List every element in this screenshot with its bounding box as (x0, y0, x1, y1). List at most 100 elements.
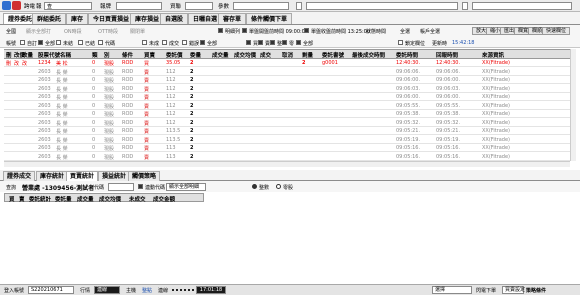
col-header-16[interactable]: 最後成交時間 (352, 51, 385, 59)
orders-horizontal-scrollbar[interactable] (4, 161, 570, 167)
order-row[interactable]: 2603 長 榮 0 現股 ROD 賣 112 2 09:05:55. 09:05:55. XX(F… (4, 102, 570, 110)
filter-checkbox-9[interactable] (246, 40, 251, 45)
col-header-10[interactable]: 成交量 (212, 51, 229, 59)
tab-main-6[interactable]: 日曬自選 (188, 13, 223, 24)
col-header-4[interactable]: 類 (92, 51, 98, 59)
open-time-checkbox[interactable] (242, 28, 247, 33)
col-header-13[interactable]: 取消 (282, 51, 293, 59)
col-header-15[interactable]: 委託書號 (322, 51, 344, 59)
quick-fields-button[interactable]: 快速欄位 (542, 27, 571, 35)
col-header-2[interactable]: 改量 (22, 51, 33, 59)
order-row[interactable]: 2603 長 榮 0 現股 ROD 賣 113.5 2 09:05:21. 09:05:21. XX… (4, 127, 570, 135)
filter-checkbox-7[interactable] (182, 40, 187, 45)
quote-input[interactable]: 查 (44, 2, 92, 10)
filter-checkbox-5[interactable] (142, 40, 147, 45)
order-row[interactable]: 2603 長 榮 0 現股 ROD 賣 113 2 09:05:16. 09:05:16. XX(F… (4, 153, 570, 161)
integer-radio[interactable] (252, 184, 257, 189)
col-header-17[interactable]: 委託時間 (396, 51, 418, 59)
select-all-label[interactable]: 全選 (400, 28, 410, 35)
cell-side: 賣 (144, 103, 150, 110)
tab-main-2[interactable]: 庫存 (66, 13, 89, 24)
cell-order-time: 12:40:30. (396, 60, 421, 66)
fills-col-7[interactable]: 成交金額 (153, 195, 175, 203)
cell-type: 0 (92, 60, 96, 66)
lock-columns-checkbox[interactable] (398, 40, 403, 45)
tab-main-1[interactable]: 群組委託 (32, 13, 67, 24)
stock-input[interactable] (116, 2, 162, 10)
cell-chg-price[interactable]: 改 (14, 60, 19, 67)
filter-checkbox-10[interactable] (258, 40, 263, 45)
detail-select[interactable]: 顯示全部明細 (166, 183, 206, 191)
filter-checkbox-1[interactable] (38, 40, 43, 45)
filter-checkbox-12[interactable] (282, 40, 287, 45)
cross-label: 跨電 (24, 4, 36, 10)
cell-del[interactable]: 刪 (6, 60, 11, 67)
fills-col-3[interactable]: 委託量 (55, 195, 72, 203)
col-header-9[interactable]: 委量 (190, 51, 201, 59)
order-row[interactable]: 2603 長 榮 0 現股 ROD 賣 112 2 09:06:00. 09:06:00. XX(F… (4, 93, 570, 101)
order-row[interactable]: 2603 長 榮 0 現股 ROD 賣 112 2 09:06:00. 09:06:00. XX(F… (4, 76, 570, 84)
col-header-14[interactable]: 剩量 (302, 51, 313, 59)
query-account[interactable]: 營業處 -1309456-測試者 (22, 183, 94, 192)
col-header-12[interactable]: 成交 (260, 51, 271, 59)
detail-checkbox[interactable] (218, 28, 223, 33)
tab-main-8[interactable]: 條件觸價下單 (246, 13, 293, 24)
tab-main-4[interactable]: 庫存損益 (130, 13, 165, 24)
params-input[interactable] (233, 2, 289, 10)
tab-bottom-3[interactable]: 損益統計 (98, 171, 131, 181)
fills-col-4[interactable]: 成交量 (77, 195, 94, 203)
col-header-8[interactable]: 委託價 (166, 51, 183, 59)
fills-col-6[interactable]: 未成交 (129, 195, 146, 203)
fills-col-1[interactable]: 賣 (19, 195, 25, 203)
tab-main-7[interactable]: 審存單 (218, 13, 247, 24)
col-header-0[interactable]: 刪 (6, 51, 12, 59)
filter-checkbox-4[interactable] (98, 40, 103, 45)
tab-bottom-0[interactable]: 證券成交 (3, 171, 36, 181)
tab-main-3[interactable]: 今日買賣損益 (88, 13, 135, 24)
strategy-label[interactable]: 策略條件 (526, 287, 546, 294)
odd-lot-radio[interactable] (276, 184, 281, 189)
alert-icon[interactable] (12, 1, 21, 10)
filter-checkbox-8[interactable] (200, 40, 205, 45)
order-row[interactable]: 2603 長 榮 0 現股 ROD 賣 112 2 09:06:03. 09:06:03. XX(F… (4, 85, 570, 93)
order-row[interactable]: 2603 長 榮 0 現股 ROD 賣 112 2 09:06:06. 09:06:06. XX(F… (4, 68, 570, 76)
filter-checkbox-2[interactable] (56, 40, 61, 45)
theme-select[interactable]: 選擇 (432, 286, 472, 294)
cell-kind: 現股 (104, 95, 115, 101)
cell-chg-qty[interactable]: 改 (22, 60, 27, 67)
col-header-7[interactable]: 買賣 (144, 51, 155, 59)
query-code-input[interactable] (108, 183, 134, 191)
tab-main-5[interactable]: 自選股 (160, 13, 189, 24)
tab-bottom-2[interactable]: 買賣統計 (66, 171, 99, 181)
col-header-6[interactable]: 條件 (122, 51, 133, 59)
filter-checkbox-6[interactable] (162, 40, 167, 45)
clear-box[interactable] (462, 2, 468, 10)
account-input[interactable] (185, 2, 213, 10)
order-row[interactable]: 2603 長 榮 0 現股 ROD 賣 113.5 2 09:05:19. 09:05:19. XX… (4, 136, 570, 144)
filter-checkbox-13[interactable] (296, 40, 301, 45)
col-header-5[interactable]: 別 (104, 51, 110, 59)
filter-checkbox-3[interactable] (78, 40, 83, 45)
filter-checkbox-0[interactable] (20, 40, 25, 45)
col-header-11[interactable]: 成交均價 (234, 51, 256, 59)
close-time-checkbox[interactable] (304, 28, 309, 33)
order-row[interactable]: 刪改改 1234 美 松 0 現股 ROD 買 35.05 2 2 g0001 12:40:30. 12… (4, 59, 570, 67)
tab-bottom-1[interactable]: 庫存統計 (36, 171, 69, 181)
linked-code-checkbox[interactable] (138, 184, 143, 189)
account-all-label[interactable]: 帳戶全選 (420, 28, 440, 35)
toggle-box[interactable] (296, 2, 302, 10)
col-header-18[interactable]: 回報時間 (436, 51, 458, 59)
flash-order-label[interactable]: 閃電下單 (476, 287, 496, 294)
fills-col-2[interactable]: 委託統計 (29, 195, 51, 203)
col-header-3[interactable]: 股票代號名稱 (38, 51, 71, 59)
buy-settings-button[interactable]: 買賣設定 (502, 286, 525, 294)
order-row[interactable]: 2603 長 榮 0 現股 ROD 賣 112 2 09:05:32. 09:05:32. XX(F… (4, 119, 570, 127)
col-header-19[interactable]: 來源資訊 (482, 51, 504, 59)
order-row[interactable]: 2603 長 榮 0 現股 ROD 賣 112 2 09:05:38. 09:05:38. XX(F… (4, 110, 570, 118)
fills-col-0[interactable]: 買 (9, 195, 15, 203)
fills-col-5[interactable]: 成交均價 (99, 195, 121, 203)
tab-bottom-4[interactable]: 觸價策略 (128, 171, 161, 181)
order-row[interactable]: 2603 長 榮 0 現股 ROD 賣 113 2 09:05:16. 09:05:16. XX(F… (4, 144, 570, 152)
filter-checkbox-11[interactable] (270, 40, 275, 45)
orders-vertical-scrollbar[interactable] (570, 49, 576, 161)
